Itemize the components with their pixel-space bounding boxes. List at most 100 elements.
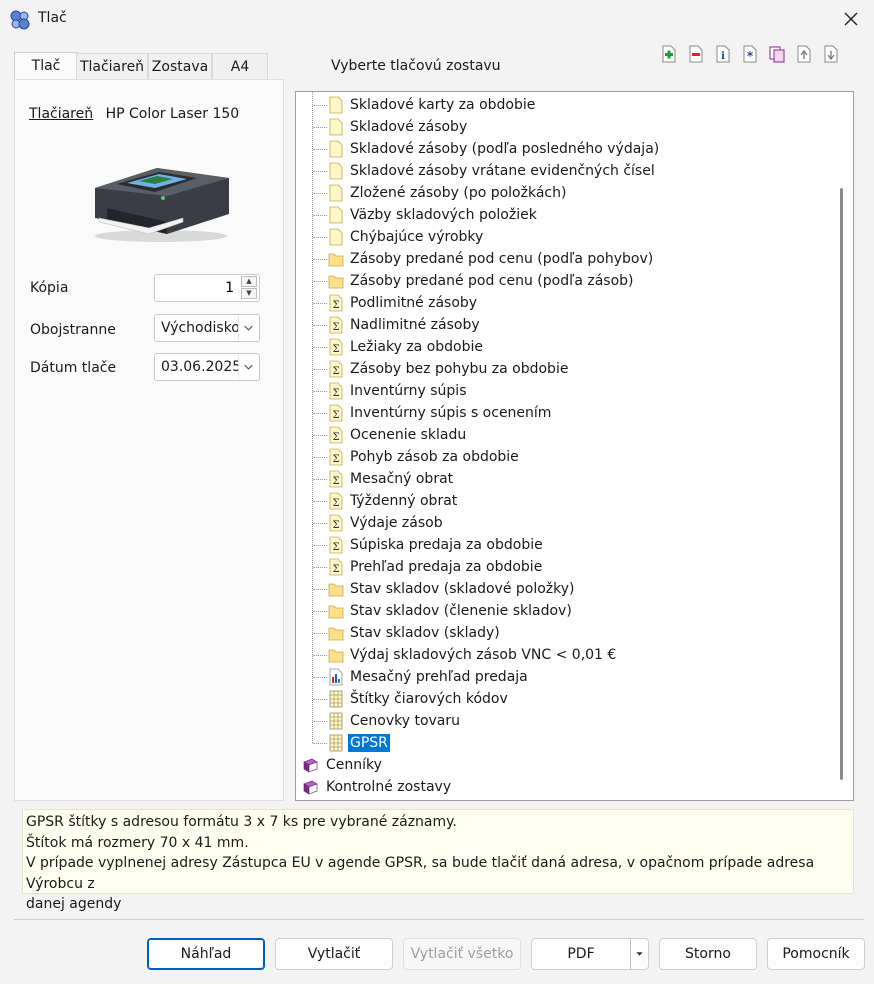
tree-item[interactable]: Chýbajúce výrobky: [296, 226, 832, 248]
tree-guide-line: [313, 281, 327, 282]
svg-text:Σ: Σ: [332, 388, 339, 399]
tab-printer[interactable]: Tlačiareň: [76, 53, 148, 79]
folder-icon: [328, 253, 344, 267]
tree-item-label: Nadlimitné zásoby: [350, 317, 480, 333]
print-all-button: Vytlačiť všetko: [403, 938, 521, 970]
tree-item[interactable]: Stav skladov (sklady): [296, 622, 832, 644]
help-button[interactable]: Pomocník: [767, 938, 865, 970]
tree-item[interactable]: Väzby skladových položiek: [296, 204, 832, 226]
tree-group[interactable]: Cenníky: [296, 754, 832, 776]
tree-item[interactable]: Štítky čiarových kódov: [296, 688, 832, 710]
pdf-dropdown-icon[interactable]: [630, 938, 649, 970]
tab-print[interactable]: Tlač: [14, 52, 78, 80]
tree-item[interactable]: Mesačný prehľad predaja: [296, 666, 832, 688]
tree-item[interactable]: Zásoby predané pod cenu (podľa zásob): [296, 270, 832, 292]
tree-item[interactable]: Σ Nadlimitné zásoby: [296, 314, 832, 336]
tree-item[interactable]: Výdaj skladových zásob VNC < 0,01 €: [296, 644, 832, 666]
sum-document-icon: Σ: [329, 426, 343, 444]
tree-item[interactable]: Cenovky tovaru: [296, 710, 832, 732]
svg-text:Σ: Σ: [332, 542, 339, 553]
tree-guide-line: [313, 567, 327, 568]
document-icon: [329, 184, 343, 202]
close-icon[interactable]: [840, 8, 862, 30]
report-tree[interactable]: Skladové karty za obdobie Skladové zásoby…: [295, 91, 854, 801]
tree-item[interactable]: Skladové zásoby vrátane evidenčných číse…: [296, 160, 832, 182]
tree-item[interactable]: Σ Prehľad predaja za obdobie: [296, 556, 832, 578]
window-title: Tlač: [38, 10, 67, 26]
tree-item-label: Zásoby bez pohybu za obdobie: [350, 361, 569, 377]
tree-item[interactable]: Σ Týždenný obrat: [296, 490, 832, 512]
tree-guide-line: [313, 479, 327, 480]
document-icon: [329, 228, 343, 246]
sum-document-icon: Σ: [329, 294, 343, 312]
tree-item[interactable]: Σ Súpiska predaja za obdobie: [296, 534, 832, 556]
tree-item[interactable]: Σ Mesačný obrat: [296, 468, 832, 490]
move-up-icon[interactable]: [795, 44, 813, 64]
move-down-icon[interactable]: [822, 44, 840, 64]
svg-text:i: i: [721, 51, 725, 62]
tree-item-label: Výdaj skladových zásob VNC < 0,01 €: [350, 647, 617, 663]
print-button[interactable]: Vytlačiť: [275, 938, 393, 970]
pdf-button[interactable]: PDF: [531, 938, 631, 970]
folder-icon: [328, 583, 344, 597]
asterisk-icon[interactable]: *: [741, 44, 759, 64]
tree-item[interactable]: Σ Pohyb zásob za obdobie: [296, 446, 832, 468]
tree-item-label: Štítky čiarových kódov: [350, 691, 508, 707]
tab-report[interactable]: Zostava: [148, 53, 212, 79]
tree-group[interactable]: Kontrolné zostavy: [296, 776, 832, 798]
tree-item-label: Väzby skladových položiek: [350, 207, 537, 223]
tree-item[interactable]: Σ Ocenenie skladu: [296, 424, 832, 446]
tree-item-label: Výdaje zásob: [350, 515, 443, 531]
add-icon[interactable]: [660, 44, 678, 64]
book-icon: [303, 780, 318, 795]
divider: [14, 919, 864, 920]
tree-item[interactable]: Skladové zásoby: [296, 116, 832, 138]
tree-item[interactable]: Zásoby predané pod cenu (podľa pohybov): [296, 248, 832, 270]
cancel-button[interactable]: Storno: [659, 938, 757, 970]
tree-guide-line: [313, 413, 327, 414]
tree-item[interactable]: Stav skladov (členenie skladov): [296, 600, 832, 622]
folder-icon: [328, 605, 344, 619]
info-icon[interactable]: i: [714, 44, 732, 64]
tree-item-label: Stav skladov (členenie skladov): [350, 603, 572, 619]
tree-item[interactable]: Σ Zásoby bez pohybu za obdobie: [296, 358, 832, 380]
duplex-select[interactable]: Východiskový: [154, 314, 260, 342]
copy-icon[interactable]: [768, 44, 786, 64]
tree-item[interactable]: Σ Inventúrny súpis s ocenením: [296, 402, 832, 424]
app-icon: [10, 10, 30, 30]
tree-item[interactable]: Σ Inventúrny súpis: [296, 380, 832, 402]
tree-item[interactable]: GPSR: [296, 732, 832, 754]
document-icon: [329, 96, 343, 114]
tree-item[interactable]: Zložené zásoby (po položkách): [296, 182, 832, 204]
svg-text:Σ: Σ: [332, 366, 339, 377]
tab-paper-size[interactable]: A4: [212, 53, 268, 79]
tree-item-label: Mesačný obrat: [350, 471, 454, 487]
tree-item[interactable]: Σ Podlimitné zásoby: [296, 292, 832, 314]
tree-item[interactable]: Skladové zásoby (podľa posledného výdaja…: [296, 138, 832, 160]
tree-item[interactable]: Skladové karty za obdobie: [296, 94, 832, 116]
spin-up-icon[interactable]: ▲: [241, 276, 257, 287]
tree-guide-line: [313, 171, 327, 172]
tree-item-label: Mesačný prehľad predaja: [350, 669, 528, 685]
chevron-down-icon[interactable]: [238, 355, 258, 379]
copies-label: Kópia: [30, 280, 69, 296]
printer-name: HP Color Laser 150: [105, 106, 240, 122]
chevron-down-icon[interactable]: [238, 316, 258, 340]
sum-document-icon: Σ: [329, 514, 343, 532]
copies-input[interactable]: [157, 277, 237, 299]
scrollbar-thumb[interactable]: [840, 188, 843, 780]
svg-text:Σ: Σ: [332, 300, 339, 311]
preview-button[interactable]: Náhľad: [147, 938, 265, 970]
tree-guide-line: [313, 677, 327, 678]
tree-item[interactable]: Σ Ležiaky za obdobie: [296, 336, 832, 358]
tree-item-label: Súpiska predaja za obdobie: [350, 537, 543, 553]
tree-guide-line: [313, 347, 327, 348]
tree-item[interactable]: Stav skladov (skladové položky): [296, 578, 832, 600]
printer-link[interactable]: Tlačiareň: [29, 106, 93, 122]
spin-down-icon[interactable]: ▼: [241, 288, 257, 299]
tree-item[interactable]: Σ Výdaje zásob: [296, 512, 832, 534]
remove-icon[interactable]: [687, 44, 705, 64]
sum-document-icon: Σ: [329, 448, 343, 466]
tree-guide-line: [313, 611, 327, 612]
print-date-picker[interactable]: 03.06.2025: [154, 353, 260, 381]
